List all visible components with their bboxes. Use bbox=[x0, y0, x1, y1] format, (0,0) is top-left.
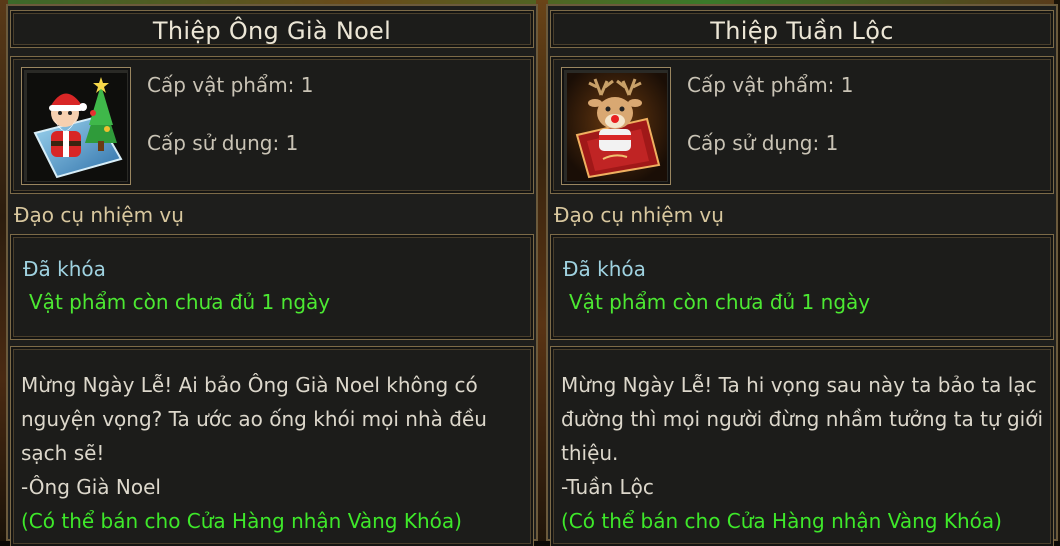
item-title: Thiệp Ông Già Noel bbox=[152, 17, 392, 45]
tooltip-title-bar: Thiệp Ông Già Noel bbox=[10, 10, 534, 48]
item-level-label: Cấp vật phẩm: 1 bbox=[687, 73, 854, 97]
description-line: nguyện vọng? Ta ước ao ống khói mọi nhà … bbox=[21, 407, 487, 431]
item-icon-frame[interactable] bbox=[561, 67, 671, 185]
description-line: sạch sẽ! bbox=[21, 441, 105, 465]
description-line: Mừng Ngày Lễ! Ta hi vọng sau này ta bảo … bbox=[561, 373, 1037, 397]
item-category: Đạo cụ nhiệm vụ bbox=[14, 203, 184, 227]
item-info-box: Cấp vật phẩm: 1 Cấp sử dụng: 1 bbox=[10, 56, 534, 194]
item-category: Đạo cụ nhiệm vụ bbox=[554, 203, 724, 227]
item-level-label: Cấp vật phẩm: 1 bbox=[147, 73, 314, 97]
item-status-box: Đã khóa Vật phẩm còn chưa đủ 1 ngày bbox=[550, 234, 1054, 340]
description-line: đường thì mọi người đừng nhầm tưởng ta t… bbox=[561, 407, 1044, 431]
expiry-status: Vật phẩm còn chưa đủ 1 ngày bbox=[569, 290, 871, 314]
item-description-box: Mừng Ngày Lễ! Ta hi vọng sau này ta bảo … bbox=[550, 346, 1054, 546]
use-level-label: Cấp sử dụng: 1 bbox=[687, 131, 839, 155]
item-info-box: Cấp vật phẩm: 1 Cấp sử dụng: 1 bbox=[550, 56, 1054, 194]
sell-note: (Có thể bán cho Cửa Hàng nhận Vàng Khóa) bbox=[21, 509, 462, 533]
description-line: thiệu. bbox=[561, 441, 619, 465]
item-tooltip-santa-card: Thiệp Ông Già Noel Cấp vật phẩm: 1 Cấp s… bbox=[6, 4, 538, 546]
sell-note: (Có thể bán cho Cửa Hàng nhận Vàng Khóa) bbox=[561, 509, 1002, 533]
tooltip-title-bar: Thiệp Tuần Lộc bbox=[550, 10, 1054, 48]
item-tooltip-reindeer-card: Thiệp Tuần Lộc Cấp vật phẩm: 1 Cấp sử dụ… bbox=[546, 4, 1058, 546]
item-status-box: Đã khóa Vật phẩm còn chưa đủ 1 ngày bbox=[10, 234, 534, 340]
santa-card-icon bbox=[27, 73, 127, 181]
locked-status: Đã khóa bbox=[563, 257, 646, 281]
locked-status: Đã khóa bbox=[23, 257, 106, 281]
description-signature: -Ông Già Noel bbox=[21, 475, 161, 499]
expiry-status: Vật phẩm còn chưa đủ 1 ngày bbox=[29, 290, 331, 314]
description-line: Mừng Ngày Lễ! Ai bảo Ông Già Noel không … bbox=[21, 373, 478, 397]
item-icon-frame[interactable] bbox=[21, 67, 131, 185]
item-title: Thiệp Tuần Lộc bbox=[710, 17, 894, 45]
item-description-box: Mừng Ngày Lễ! Ai bảo Ông Già Noel không … bbox=[10, 346, 534, 546]
reindeer-card-icon bbox=[567, 73, 667, 181]
use-level-label: Cấp sử dụng: 1 bbox=[147, 131, 299, 155]
description-signature: -Tuần Lộc bbox=[561, 475, 654, 499]
